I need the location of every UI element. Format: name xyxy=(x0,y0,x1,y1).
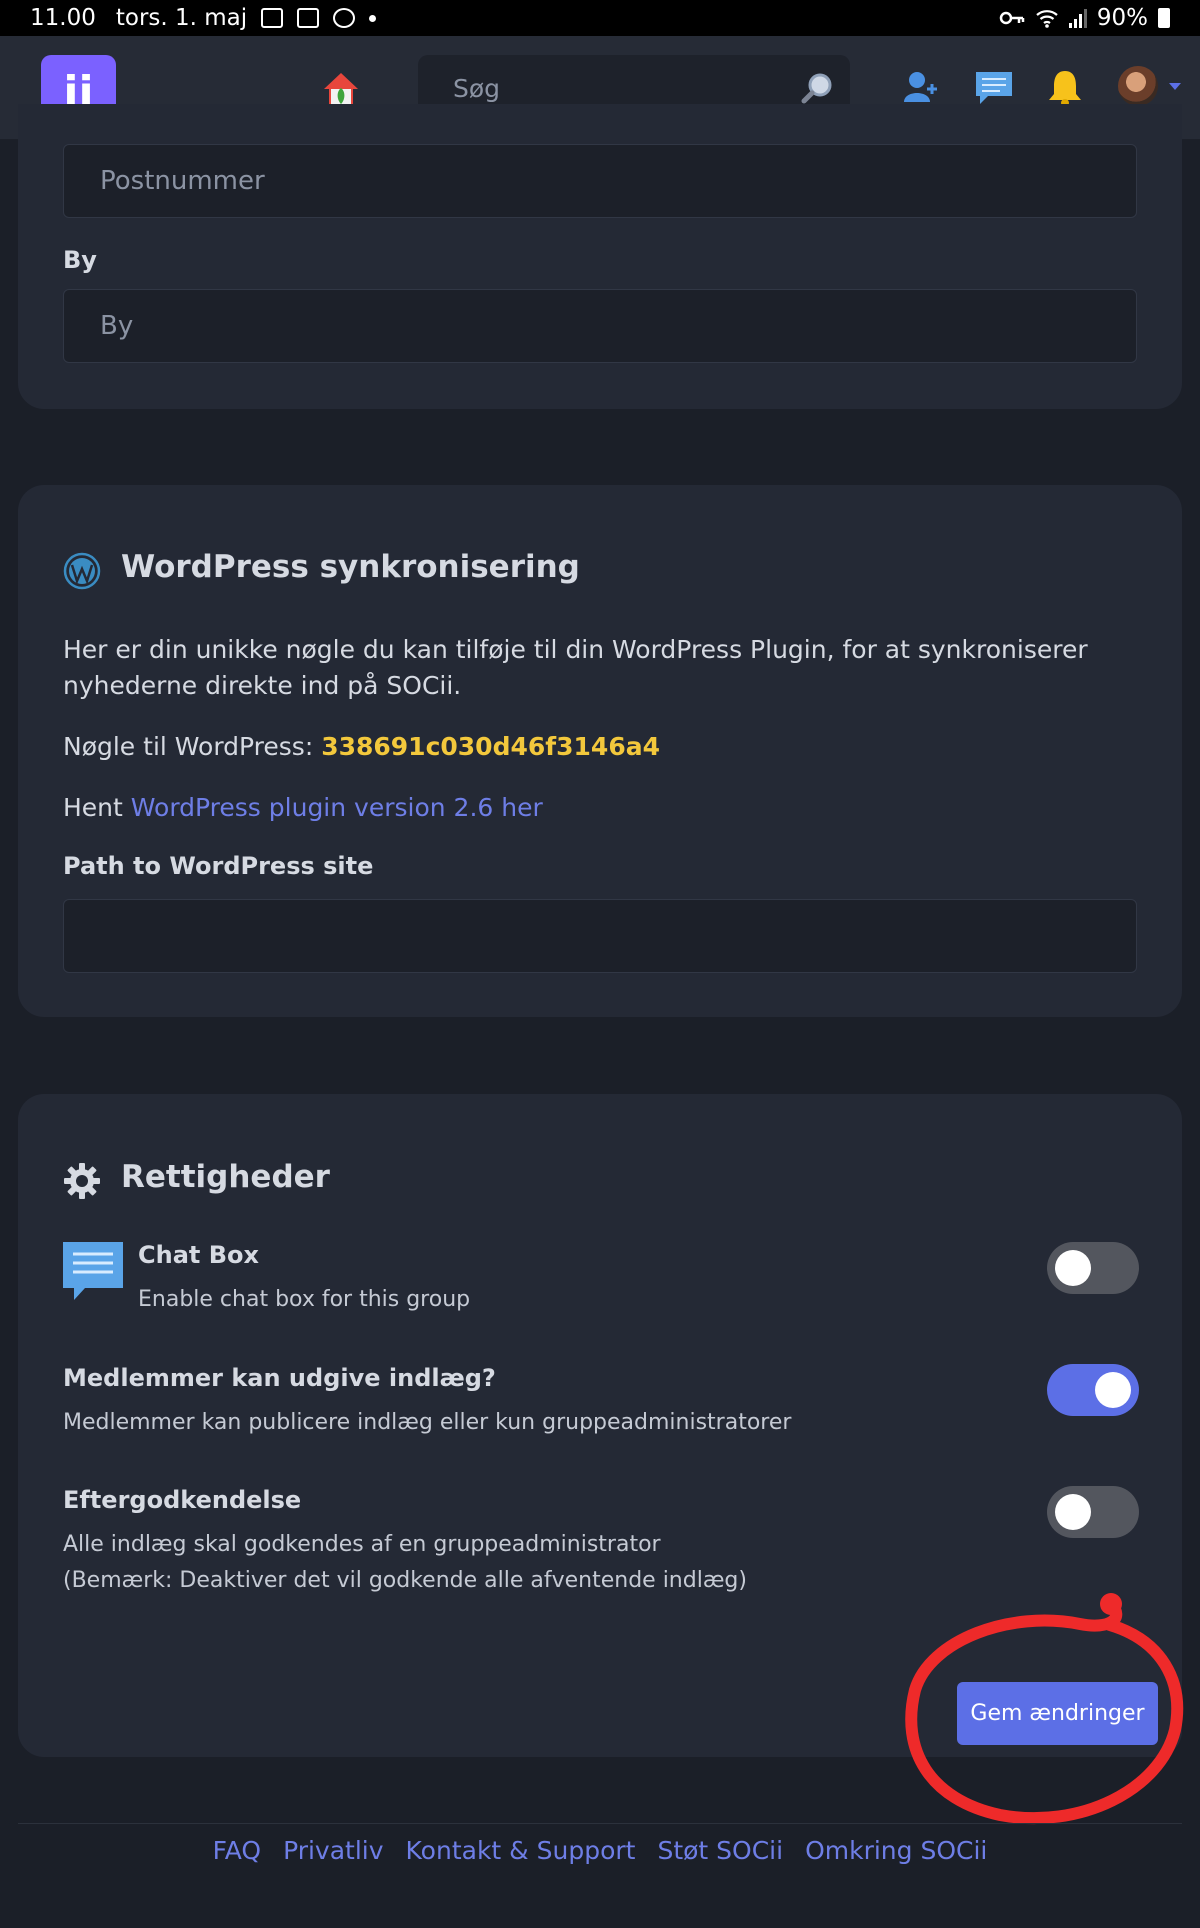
footer-link-faq[interactable]: FAQ xyxy=(213,1836,261,1876)
city-field[interactable] xyxy=(63,289,1137,363)
mail-icon xyxy=(297,8,320,28)
permissions-title: Rettigheder xyxy=(121,1159,330,1195)
footer-link-contact[interactable]: Kontakt & Support xyxy=(406,1836,636,1876)
wordpress-sync-card: WordPress synkronisering Her er din unik… xyxy=(18,485,1182,1017)
postal-code-input[interactable] xyxy=(64,145,1136,217)
wordpress-key-value: 338691c030d46f3146a4 xyxy=(321,732,660,761)
home-icon[interactable] xyxy=(322,70,360,108)
wordpress-plugin-link[interactable]: WordPress plugin version 2.6 her xyxy=(131,793,543,822)
messages-icon[interactable] xyxy=(974,68,1014,108)
post-approval-toggle[interactable] xyxy=(1047,1486,1139,1538)
wordpress-title: WordPress synkronisering xyxy=(121,549,580,585)
chat-box-icon xyxy=(63,1242,123,1300)
more-notifications-icon xyxy=(369,14,377,22)
signal-icon xyxy=(1068,8,1087,28)
bell-icon[interactable] xyxy=(1046,68,1084,108)
chevron-down-icon[interactable] xyxy=(1168,82,1182,92)
status-time: 11.00 xyxy=(30,5,96,31)
wordpress-path-field[interactable] xyxy=(63,899,1137,973)
members-post-desc: Medlemmer kan publicere indlæg eller kun… xyxy=(63,1410,792,1435)
toggle-knob xyxy=(1055,1250,1091,1286)
wordpress-icon xyxy=(63,552,101,590)
status-date: tors. 1. maj xyxy=(115,5,248,31)
wordpress-path-label: Path to WordPress site xyxy=(63,852,374,880)
address-card: By xyxy=(18,104,1182,409)
avatar[interactable] xyxy=(1118,66,1158,106)
members-post-title: Medlemmer kan udgive indlæg? xyxy=(63,1364,496,1392)
gallery-icon xyxy=(261,8,284,28)
city-label: By xyxy=(63,246,97,274)
footer-links: FAQ Privatliv Kontakt & Support Støt SOC… xyxy=(0,1836,1200,1876)
footer-link-support-socii[interactable]: Støt SOCii xyxy=(657,1836,783,1876)
search-icon[interactable] xyxy=(800,71,834,105)
battery-level: 90% xyxy=(1096,5,1148,31)
toggle-knob xyxy=(1095,1372,1131,1408)
footer-divider xyxy=(18,1823,1182,1824)
wordpress-path-input[interactable] xyxy=(64,900,1136,972)
add-friend-icon[interactable] xyxy=(902,68,940,106)
members-post-toggle[interactable] xyxy=(1047,1364,1139,1416)
save-changes-button[interactable]: Gem ændringer xyxy=(957,1682,1158,1745)
wordpress-key-label: Nøgle til WordPress: xyxy=(63,732,322,761)
wordpress-download-line: Hent WordPress plugin version 2.6 her xyxy=(63,790,1143,826)
toggle-knob xyxy=(1055,1494,1091,1530)
chat-box-title: Chat Box xyxy=(138,1241,259,1269)
footer-link-privacy[interactable]: Privatliv xyxy=(283,1836,383,1876)
post-approval-desc: Alle indlæg skal godkendes af en gruppea… xyxy=(63,1532,661,1557)
app-notification-icon xyxy=(333,8,356,28)
wordpress-description: Her er din unikke nøgle du kan tilføje t… xyxy=(63,635,1088,700)
city-input[interactable] xyxy=(64,290,1136,362)
post-approval-note: (Bemærk: Deaktiver det vil godkende alle… xyxy=(63,1568,747,1593)
gear-icon xyxy=(64,1163,100,1199)
download-prefix: Hent xyxy=(63,793,131,822)
wifi-icon xyxy=(1036,10,1058,28)
chat-box-toggle[interactable] xyxy=(1047,1242,1139,1294)
battery-icon xyxy=(1158,8,1170,28)
footer-link-about[interactable]: Omkring SOCii xyxy=(805,1836,987,1876)
chat-box-desc: Enable chat box for this group xyxy=(138,1287,471,1312)
status-bar: 11.00 tors. 1. maj 90% xyxy=(0,0,1200,36)
vpn-key-icon xyxy=(999,11,1025,25)
postal-code-field[interactable] xyxy=(63,144,1137,218)
permissions-card: Rettigheder Chat Box Enable chat box for… xyxy=(18,1094,1182,1757)
wordpress-key-line: Nøgle til WordPress: 338691c030d46f3146a… xyxy=(63,729,1143,765)
post-approval-title: Eftergodkendelse xyxy=(63,1486,302,1514)
